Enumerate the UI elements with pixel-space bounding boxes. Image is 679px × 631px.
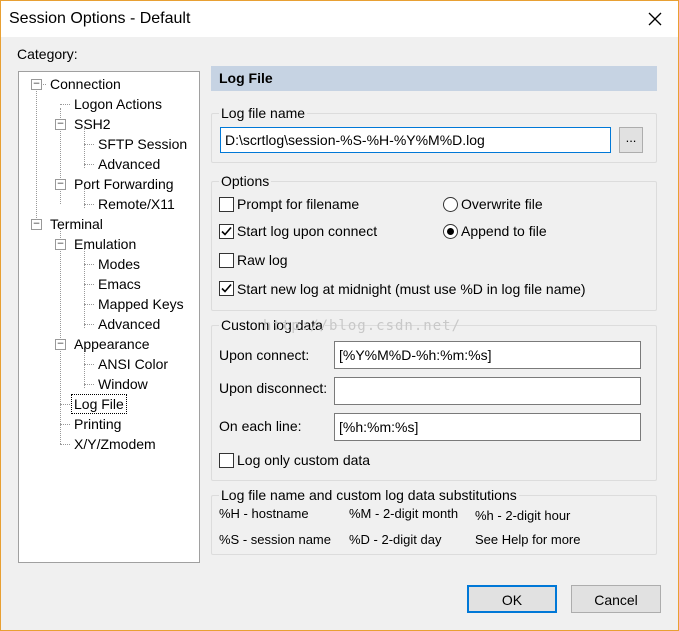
panel-title: Log File: [211, 66, 657, 91]
close-icon: [648, 12, 662, 26]
substitution-item: %S - session name: [219, 532, 331, 547]
ok-button[interactable]: OK: [467, 585, 557, 613]
prompt-filename-label: Prompt for filename: [237, 196, 360, 212]
upon-connect-label: Upon connect:: [219, 347, 310, 363]
tree-line: [84, 164, 94, 165]
tree-item-ansi-color[interactable]: ANSI Color: [96, 355, 170, 373]
tree-line: [84, 128, 85, 168]
substitution-item: %D - 2-digit day: [349, 532, 442, 547]
prompt-filename-checkbox[interactable]: [219, 197, 234, 212]
tree-line: [84, 348, 85, 388]
tree-line: [84, 364, 94, 365]
tree-line: [84, 304, 94, 305]
tree-item-mapped-keys[interactable]: Mapped Keys: [96, 295, 186, 313]
overwrite-file-radio[interactable]: [443, 197, 458, 212]
watermark: http://blog.csdn.net/: [263, 318, 462, 334]
tree-line: [60, 228, 61, 444]
tree-line: [84, 324, 94, 325]
browse-button[interactable]: ...: [619, 127, 643, 153]
start-log-upon-connect-label: Start log upon connect: [237, 223, 378, 239]
checkmark-icon: [221, 283, 232, 293]
tree-item-emulation-advanced[interactable]: Advanced: [96, 315, 162, 333]
substitutions-label: Log file name and custom log data substi…: [219, 487, 519, 503]
upon-disconnect-input[interactable]: [334, 377, 641, 405]
category-label: Category:: [17, 46, 78, 62]
substitution-item: %h - 2-digit hour: [475, 508, 571, 523]
options-label: Options: [219, 173, 272, 189]
collapse-icon[interactable]: −: [55, 119, 66, 130]
collapse-icon[interactable]: −: [55, 339, 66, 350]
tree-line: [36, 88, 37, 228]
window-title: Session Options - Default: [9, 10, 191, 27]
tree-line: [84, 284, 94, 285]
tree-item-log-file[interactable]: Log File: [71, 394, 127, 414]
start-log-upon-connect-checkbox[interactable]: [219, 224, 234, 239]
substitution-item: See Help for more: [475, 532, 581, 547]
tree-line: [84, 248, 85, 328]
tree-item-terminal[interactable]: Terminal: [48, 215, 105, 233]
log-file-name-label: Log file name: [219, 105, 308, 121]
overwrite-file-label: Overwrite file: [461, 196, 543, 212]
raw-log-label: Raw log: [237, 252, 288, 268]
tree-item-sftp-session[interactable]: SFTP Session: [96, 135, 189, 153]
log-file-name-input[interactable]: D:\scrtlog\session-%S-%H-%Y%M%D.log: [220, 127, 611, 153]
tree-item-xyzmodem[interactable]: X/Y/Zmodem: [72, 435, 158, 453]
tree-item-modes[interactable]: Modes: [96, 255, 142, 273]
tree-item-ssh2-advanced[interactable]: Advanced: [96, 155, 162, 173]
tree-item-appearance[interactable]: Appearance: [72, 335, 152, 353]
on-each-line-input[interactable]: [%h:%m:%s]: [334, 413, 641, 441]
start-new-log-midnight-checkbox[interactable]: [219, 281, 234, 296]
tree-item-connection[interactable]: Connection: [48, 75, 123, 93]
tree-item-window[interactable]: Window: [96, 375, 150, 393]
collapse-icon[interactable]: −: [31, 219, 42, 230]
checkmark-icon: [221, 226, 232, 236]
tree-item-remote-x11[interactable]: Remote/X11: [96, 195, 177, 213]
upon-connect-input[interactable]: [%Y%M%D-%h:%m:%s]: [334, 341, 641, 369]
tree-line: [60, 444, 70, 445]
append-to-file-radio[interactable]: [443, 224, 458, 239]
append-to-file-label: Append to file: [461, 223, 547, 239]
start-new-log-midnight-label: Start new log at midnight (must use %D i…: [237, 281, 586, 297]
tree-item-port-forwarding[interactable]: Port Forwarding: [72, 175, 176, 193]
tree-line: [60, 404, 70, 405]
substitution-item: %H - hostname: [219, 506, 309, 521]
radio-selected-icon: [447, 228, 454, 235]
substitution-item: %M - 2-digit month: [349, 506, 459, 521]
tree-item-printing[interactable]: Printing: [72, 415, 123, 433]
title-bar: Session Options - Default: [1, 1, 678, 37]
tree-line: [84, 384, 94, 385]
tree-line: [84, 204, 94, 205]
tree-line: [84, 144, 94, 145]
upon-disconnect-label: Upon disconnect:: [219, 380, 328, 396]
tree-line: [60, 424, 70, 425]
cancel-button[interactable]: Cancel: [571, 585, 661, 613]
collapse-icon[interactable]: −: [31, 79, 42, 90]
tree-line: [60, 104, 70, 105]
session-options-dialog: Session Options - Default Category: − − …: [0, 0, 679, 631]
on-each-line-label: On each line:: [219, 418, 302, 434]
tree-item-emacs[interactable]: Emacs: [96, 275, 143, 293]
tree-item-ssh2[interactable]: SSH2: [72, 115, 113, 133]
tree-line: [84, 264, 94, 265]
log-only-custom-label: Log only custom data: [237, 452, 371, 468]
category-tree[interactable]: − − − − − − Connection Logon Actions SSH…: [18, 71, 200, 563]
collapse-icon[interactable]: −: [55, 239, 66, 250]
collapse-icon[interactable]: −: [55, 179, 66, 190]
close-button[interactable]: [632, 1, 678, 37]
raw-log-checkbox[interactable]: [219, 253, 234, 268]
log-only-custom-checkbox[interactable]: [219, 453, 234, 468]
tree-item-emulation[interactable]: Emulation: [72, 235, 138, 253]
tree-item-logon-actions[interactable]: Logon Actions: [72, 95, 164, 113]
